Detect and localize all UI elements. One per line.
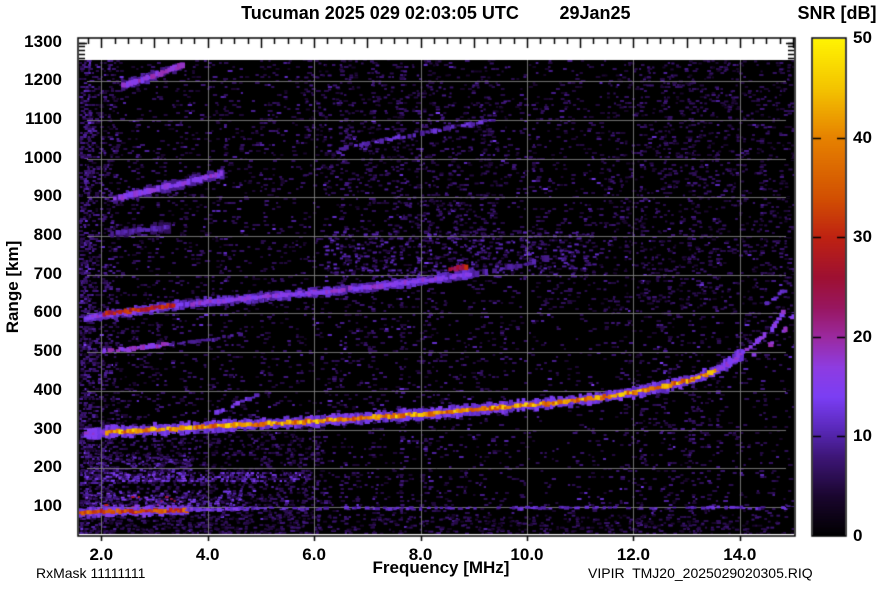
colorbar-tick-label: 0 <box>853 526 863 545</box>
file-name-label: VIPIR TMJ20_2025029020305.RIQ <box>588 565 813 581</box>
colorbar-tick-label: 50 <box>853 28 872 47</box>
x-tick-label: 8.0 <box>408 545 433 564</box>
y-tick-label: 900 <box>33 186 62 206</box>
y-tick-label: 300 <box>33 418 62 438</box>
y-tick-label: 1000 <box>24 147 62 167</box>
y-tick-label: 100 <box>33 495 62 515</box>
x-tick-label: 6.0 <box>302 545 326 564</box>
colorbar-title: SNR [dB] <box>797 3 877 23</box>
rxmask-label: RxMask 11111111 <box>36 565 146 581</box>
y-tick-label: 400 <box>33 379 62 399</box>
y-tick-label: 800 <box>33 225 62 245</box>
x-tick-label: 14.0 <box>723 545 757 564</box>
x-tick-label: 12.0 <box>616 545 650 564</box>
y-tick-label: 700 <box>33 263 62 283</box>
x-tick-label: 2.0 <box>89 545 114 564</box>
y-tick-label: 600 <box>33 302 62 322</box>
ionogram-plot-canvas <box>0 0 884 595</box>
page-title: Tucuman 2025 029 02:03:05 UTC <box>241 3 519 23</box>
ionogram-page: Tucuman 2025 029 02:03:05 UTC 29Jan25 SN… <box>0 0 884 595</box>
x-tick-label: 4.0 <box>195 545 220 564</box>
y-tick-label: 200 <box>33 457 62 477</box>
y-tick-label: 1200 <box>24 70 62 90</box>
colorbar-tick-label: 10 <box>853 426 872 446</box>
y-tick-label: 1300 <box>24 31 62 51</box>
colorbar-tick-label: 40 <box>853 127 872 147</box>
y-tick-label: 500 <box>33 341 62 361</box>
y-tick-label: 1100 <box>25 108 62 128</box>
colorbar-tick-label: 30 <box>853 227 872 247</box>
date-label: 29Jan25 <box>559 3 631 23</box>
x-tick-label: 10.0 <box>510 545 544 564</box>
colorbar-tick-label: 20 <box>853 326 872 346</box>
